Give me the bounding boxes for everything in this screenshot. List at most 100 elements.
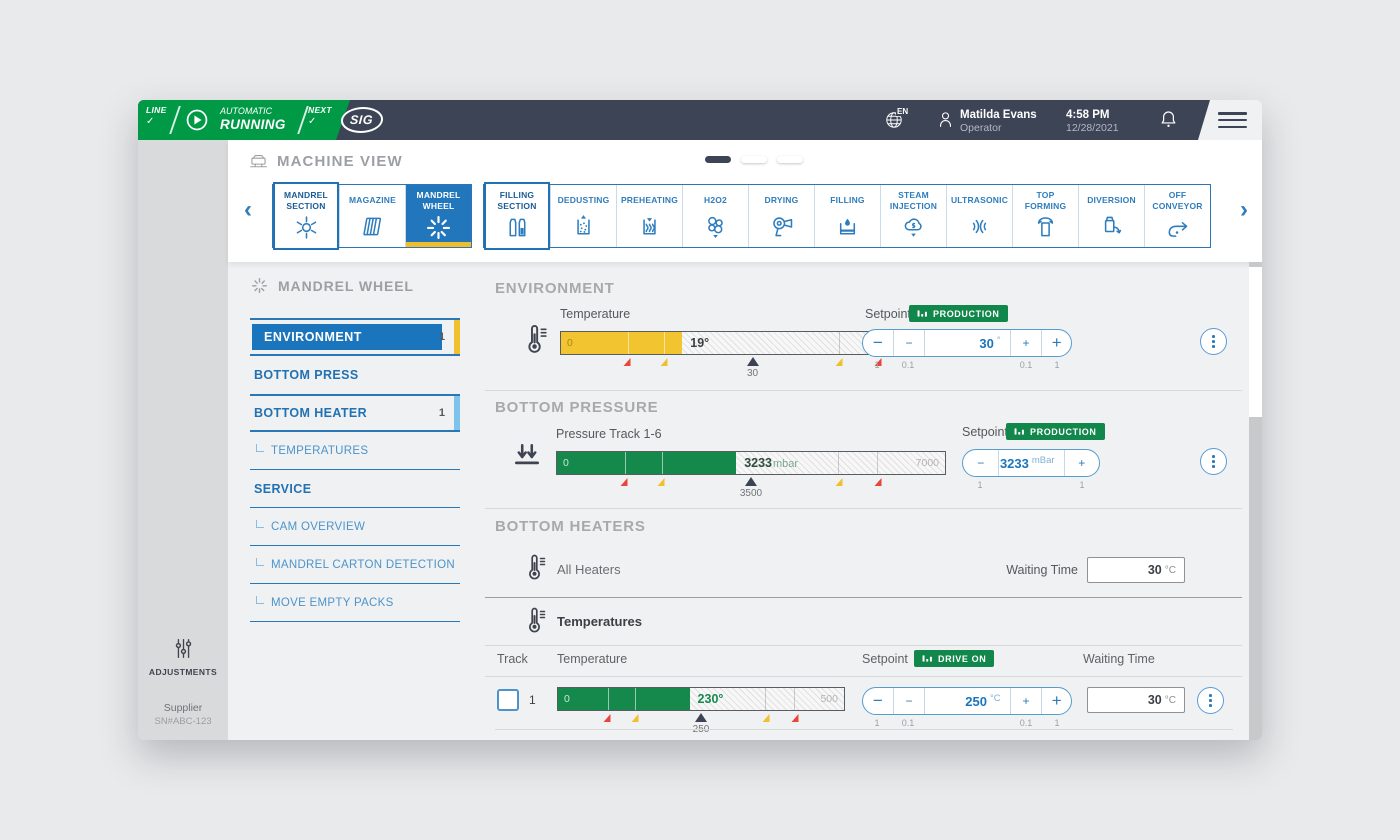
tabs-prev-button[interactable]: ‹ [244,198,252,222]
drive-on-badge: DRIVE ON [914,650,994,667]
increase-small-button[interactable]: + [1010,330,1042,356]
scrollbar-track[interactable] [1249,262,1262,740]
carousel-dash[interactable] [705,156,731,163]
track-waiting-time-field[interactable]: 30 °C [1087,687,1185,713]
waiting-time-column-header: Waiting Time [1083,652,1155,666]
hamburger-menu-icon[interactable] [1218,112,1248,132]
sidebar-items: ENVIRONMENT1BOTTOM PRESS BOTTOM HEATER 1 TE… [250,318,460,622]
supplier-serial: SN#ABC-123 [138,716,228,728]
sidebar-title-label: MANDREL WHEEL [278,278,414,294]
step-label: 0.1 [1020,718,1033,728]
decrease-small-button[interactable]: − [893,688,925,714]
tab-mandrel-wheel[interactable]: MANDREL WHEEL [405,185,471,247]
setpoint-label: Setpoint [962,425,1008,439]
carousel-dash[interactable] [777,156,803,163]
tab-h2o2[interactable]: H2O2 [682,185,748,247]
carousel-dash[interactable] [741,156,767,163]
datetime-info: 4:58 PM 12/28/2021 [1066,108,1119,136]
filling-section-icon [503,213,532,242]
submenu-corner-icon [256,596,264,604]
steam-injection-icon [899,213,928,242]
divider [169,106,180,134]
top-forming-icon [1031,213,1060,242]
machine-mode: AUTOMATIC RUNNING [220,106,286,133]
ultrasonic-icon [965,212,994,241]
tab-label: TOP FORMING [1013,190,1078,212]
adjustments-button[interactable]: ADJUSTMENTS [138,635,228,677]
tab-dedusting[interactable]: DEDUSTING [550,185,616,247]
sidebar-item-label: BOTTOM HEATER [250,406,367,420]
scrollbar-thumb[interactable] [1249,267,1262,417]
check-icon: ✓ [146,116,167,128]
waiting-time-value: 30 [1148,563,1162,577]
row-divider [495,729,1233,730]
sidebar-item-temperatures[interactable]: TEMPERATURES [250,432,460,470]
decrease-button[interactable]: − [963,450,998,476]
production-badge-label: PRODUCTION [1030,427,1097,437]
machine-tabs: MANDREL SECTIONMAGAZINEMANDREL WHEELFILL… [272,184,1211,248]
bell-icon[interactable] [1157,108,1180,131]
setpoint-unit: mBar [1032,455,1055,466]
next-status: NEXT ✓ [308,106,332,127]
sidebar-item-environment[interactable]: ENVIRONMENT1 [250,318,460,356]
waiting-time-unit: °C [1165,565,1176,576]
all-heaters-waiting-time-field[interactable]: 30 °C [1087,557,1185,583]
tab-label: H2O2 [702,190,729,211]
adjustments-label: ADJUSTMENTS [149,667,217,677]
sidebar-item-move-empty-packs[interactable]: MOVE EMPTY PACKS [250,584,460,622]
setpoint-unit: °C [990,693,1001,704]
tab-filling-section[interactable]: FILLING SECTION [484,182,550,250]
submenu-corner-icon [256,558,264,566]
track-1-checkbox[interactable] [497,689,519,711]
bottom-pressure-options-button[interactable] [1200,448,1227,475]
carousel-dots [705,156,803,163]
tab-preheating[interactable]: PREHEATING [616,185,682,247]
pressure-track-label: Pressure Track 1-6 [556,427,662,441]
increase-small-button[interactable]: + [1010,688,1042,714]
environment-options-button[interactable] [1200,328,1227,355]
tab-label: STEAM INJECTION [881,190,946,212]
production-badge: PRODUCTION [909,305,1008,322]
off-conveyor-icon [1163,213,1192,242]
section-divider [485,390,1242,391]
tab-steam-injection[interactable]: STEAM INJECTION [880,185,946,247]
row-divider [485,645,1242,646]
tab-filling[interactable]: FILLING [814,185,880,247]
play-icon[interactable] [183,106,211,134]
decrease-small-button[interactable]: − [893,330,925,356]
increase-large-button[interactable]: + [1041,688,1071,714]
sidebar-item-service[interactable]: SERVICE [250,470,460,508]
notification-badge: 1 [439,407,445,419]
tab-magazine[interactable]: MAGAZINE [339,185,405,247]
setpoint-value-field[interactable]: 250°C [924,688,1009,714]
setpoint-value-field[interactable]: 30° [924,330,1009,356]
decrease-large-button[interactable]: − [863,688,893,714]
machine-view-panel: MACHINE VIEW ‹ › MANDREL SECTIONMAGAZINE… [228,140,1262,262]
preheating-icon [635,212,664,241]
user-icon[interactable] [935,109,956,130]
setpoint-value-field[interactable]: 3233mBar [998,450,1063,476]
sidebar-item-cam-overview[interactable]: CAM OVERVIEW [250,508,460,546]
tab-off-conveyor[interactable]: OFF CONVEYOR [1144,185,1210,247]
tab-mandrel-section[interactable]: MANDREL SECTION [273,182,339,250]
tab-label: PREHEATING [619,190,680,211]
decrease-large-button[interactable]: − [863,330,893,356]
waiting-time-value: 30 [1148,693,1162,707]
track-options-button[interactable] [1197,687,1224,714]
tab-drying[interactable]: DRYING [748,185,814,247]
machine-status: LINE ✓ AUTOMATIC RUNNING NEXT ✓ [138,100,350,140]
sidebar-item-mandrel-carton-detection[interactable]: MANDREL CARTON DETECTION [250,546,460,584]
sidebar-item-bottom-press[interactable]: BOTTOM PRESS [250,356,460,394]
tab-label: MAGAZINE [347,190,398,211]
filling-icon [833,212,862,241]
tab-ultrasonic[interactable]: ULTRASONIC [946,185,1012,247]
tab-diversion[interactable]: DIVERSION [1078,185,1144,247]
sidebar-item-label: MOVE EMPTY PACKS [271,597,394,609]
increase-large-button[interactable]: + [1041,330,1071,356]
tabs-next-button[interactable]: › [1240,198,1248,222]
sidebar-item-bottom-heater[interactable]: BOTTOM HEATER 1 [250,394,460,432]
step-label: 1 [1054,360,1059,370]
user-info[interactable]: Matilda Evans Operator [960,108,1037,136]
tab-top-forming[interactable]: TOP FORMING [1012,185,1078,247]
increase-button[interactable]: + [1064,450,1099,476]
